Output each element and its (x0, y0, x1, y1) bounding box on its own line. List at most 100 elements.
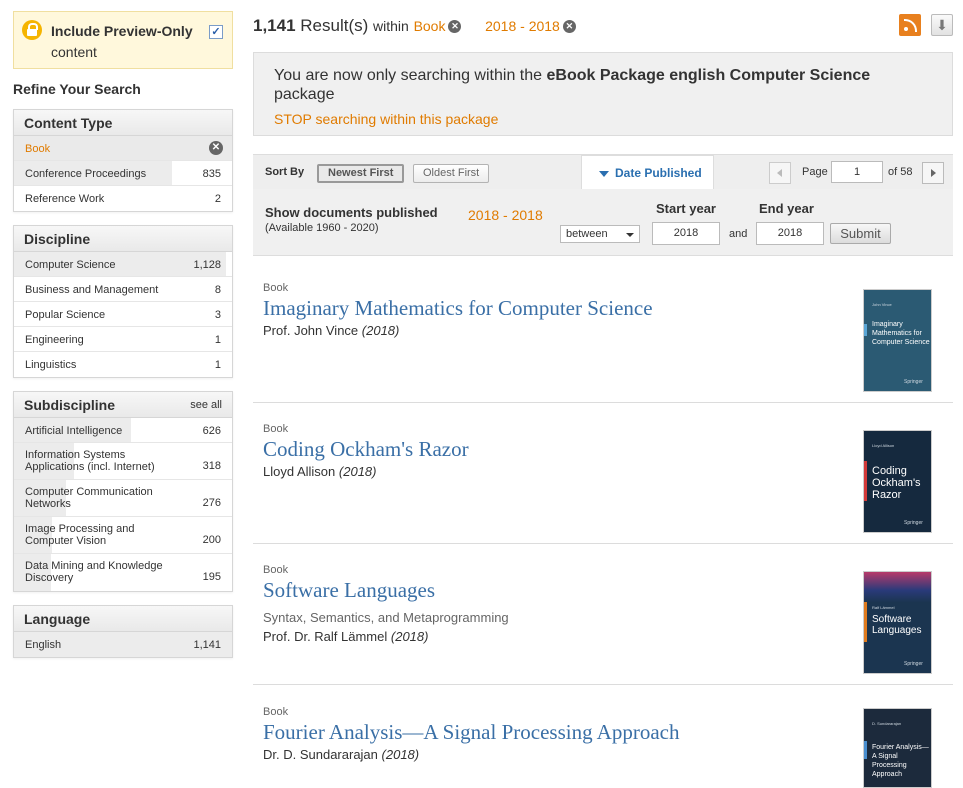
facet-item-label: Reference Work (25, 193, 105, 205)
facet-item-count: 835 (202, 168, 221, 180)
facet-title: Language (14, 606, 232, 632)
facet-language: Language English 1,141 (13, 605, 233, 658)
start-year-input[interactable]: 2018 (652, 222, 720, 245)
result-author: Prof. Dr. Ralf Lämmel (2018) (263, 629, 429, 644)
preview-only-checkbox[interactable]: ✓ (209, 25, 223, 39)
facet-item-engineering[interactable]: Engineering 1 (14, 327, 232, 352)
cover-author: John Vince (872, 302, 892, 307)
facet-item-label: Conference Proceedings (25, 168, 147, 180)
selected-range: 2018 - 2018 (468, 207, 543, 223)
see-all-link[interactable]: see all (190, 392, 222, 418)
show-documents-label: Show documents published (265, 205, 438, 220)
facet-item-data-mining[interactable]: Data Mining and Knowledge Discovery 195 (14, 554, 232, 591)
result-type: Book (263, 706, 289, 718)
result-type: Book (263, 282, 289, 294)
end-year-input[interactable]: 2018 (756, 222, 824, 245)
rss-icon[interactable] (899, 14, 921, 36)
facet-item-computer-science[interactable]: Computer Science 1,128 (14, 252, 232, 277)
cover-title: Fourier Analysis— A Signal Processing Ap… (872, 744, 929, 778)
facet-item-label: Computer Science (25, 259, 116, 271)
facet-title: Content Type (14, 110, 232, 136)
sort-label: Sort By (265, 166, 305, 178)
cover-stripe (864, 324, 867, 336)
facet-item-count: 1,141 (193, 639, 221, 651)
facet-item-image-processing[interactable]: Image Processing and Computer Vision 200 (14, 517, 232, 554)
result-subtitle: Syntax, Semantics, and Metaprogramming (263, 610, 509, 625)
facet-item-count: 626 (202, 425, 221, 437)
remove-range-filter-icon[interactable]: ✕ (562, 20, 576, 34)
result-title-link[interactable]: Imaginary Mathematics for Computer Scien… (263, 296, 653, 321)
facet-item-count: 1,128 (193, 259, 221, 271)
date-filter-panel: Show documents published (Available 1960… (253, 189, 953, 256)
end-year-label: End year (759, 201, 814, 216)
cover-stripe (864, 461, 867, 501)
result-title-link[interactable]: Software Languages (263, 578, 435, 603)
submit-button[interactable]: Submit (830, 223, 891, 244)
sort-newest-button[interactable]: Newest First (317, 164, 405, 183)
cover-author: Lloyd Allison (872, 443, 895, 448)
facet-title: Subdiscipline see all (14, 392, 232, 418)
facet-discipline: Discipline Computer Science 1,128 Busine… (13, 225, 233, 378)
facet-item-count: 3 (214, 309, 221, 321)
facet-item-english[interactable]: English 1,141 (14, 632, 232, 657)
facet-title: Discipline (14, 226, 232, 252)
within-word: within (373, 18, 409, 34)
download-icon[interactable]: ⬇ (931, 14, 953, 36)
page-number-input[interactable]: 1 (831, 161, 883, 183)
results-word: Result(s) (300, 16, 369, 35)
facet-item-count: 1 (214, 334, 221, 346)
facet-item-reference-work[interactable]: Reference Work 2 (14, 186, 232, 211)
book-cover[interactable]: Lloyd Allison Coding Ockham's Razor Spri… (863, 430, 932, 533)
refine-title: Refine Your Search (13, 81, 141, 97)
facet-item-count: 195 (202, 571, 221, 583)
result-item: Book Fourier Analysis—A Signal Processin… (253, 686, 953, 788)
next-page-button[interactable] (922, 162, 944, 184)
facet-item-label: Image Processing and Computer Vision (25, 523, 135, 547)
page-label: Page (802, 166, 828, 178)
facet-item-business-management[interactable]: Business and Management 8 (14, 277, 232, 302)
stop-searching-link[interactable]: STOP searching within this package (274, 110, 932, 129)
cover-stripe (864, 741, 867, 759)
facet-item-information-systems[interactable]: Information Systems Applications (incl. … (14, 443, 232, 480)
package-notice: You are now only searching within the eB… (253, 52, 953, 136)
facet-item-artificial-intelligence[interactable]: Artificial Intelligence 626 (14, 418, 232, 443)
triangle-down-icon (599, 171, 609, 177)
sort-oldest-button[interactable]: Oldest First (413, 164, 490, 183)
filter-type-tag: Book (413, 18, 446, 34)
facet-item-book[interactable]: Book ✕ (14, 136, 232, 161)
facet-item-computer-communication-networks[interactable]: Computer Communication Networks 276 (14, 480, 232, 517)
facet-subdiscipline: Subdiscipline see all Artificial Intelli… (13, 391, 233, 592)
remove-filter-icon[interactable]: ✕ (209, 141, 223, 155)
facet-item-label: Artificial Intelligence (25, 425, 123, 437)
result-item: Book Software Languages Syntax, Semantic… (253, 544, 953, 685)
package-name: eBook Package english Computer Science (546, 67, 871, 84)
result-title-link[interactable]: Fourier Analysis—A Signal Processing App… (263, 720, 679, 745)
facet-item-count: 1 (214, 359, 221, 371)
sort-bar: Sort By Newest First Oldest First Date P… (253, 154, 953, 191)
facet-item-count: 2 (214, 193, 221, 205)
facet-item-conference-proceedings[interactable]: Conference Proceedings 835 (14, 161, 232, 186)
facet-item-count: 8 (214, 284, 221, 296)
book-cover[interactable]: D. Sundararajan Fourier Analysis— A Sign… (863, 708, 932, 788)
preview-only-toggle[interactable]: Include Preview-Only content ✓ (13, 11, 233, 69)
facet-item-linguistics[interactable]: Linguistics 1 (14, 352, 232, 377)
facet-item-label: Computer Communication Networks (25, 486, 153, 510)
result-author: Dr. D. Sundararajan (2018) (263, 747, 420, 762)
facet-item-label: Popular Science (25, 309, 106, 321)
range-mode-select[interactable]: between (560, 225, 640, 243)
previous-page-button[interactable] (769, 162, 791, 184)
facet-item-label: Business and Management (25, 284, 159, 296)
sidebar: Include Preview-Only content ✓ Refine Yo… (13, 11, 233, 671)
date-published-tab[interactable]: Date Published (581, 155, 714, 191)
preview-only-label: Include Preview-Only content (51, 23, 193, 60)
result-author: Lloyd Allison (2018) (263, 464, 377, 479)
result-title-link[interactable]: Coding Ockham's Razor (263, 437, 469, 462)
book-cover[interactable]: Ralf Lämmel Software Languages Springer (863, 571, 932, 674)
facet-item-label: Information Systems Applications (incl. … (25, 449, 155, 473)
cover-title: Software Languages (872, 614, 922, 636)
facet-item-popular-science[interactable]: Popular Science 3 (14, 302, 232, 327)
result-item: Book Imaginary Mathematics for Computer … (253, 262, 953, 403)
remove-type-filter-icon[interactable]: ✕ (448, 20, 462, 34)
book-cover[interactable]: John Vince Imaginary Mathematics for Com… (863, 289, 932, 392)
cover-author: Ralf Lämmel (872, 605, 895, 610)
